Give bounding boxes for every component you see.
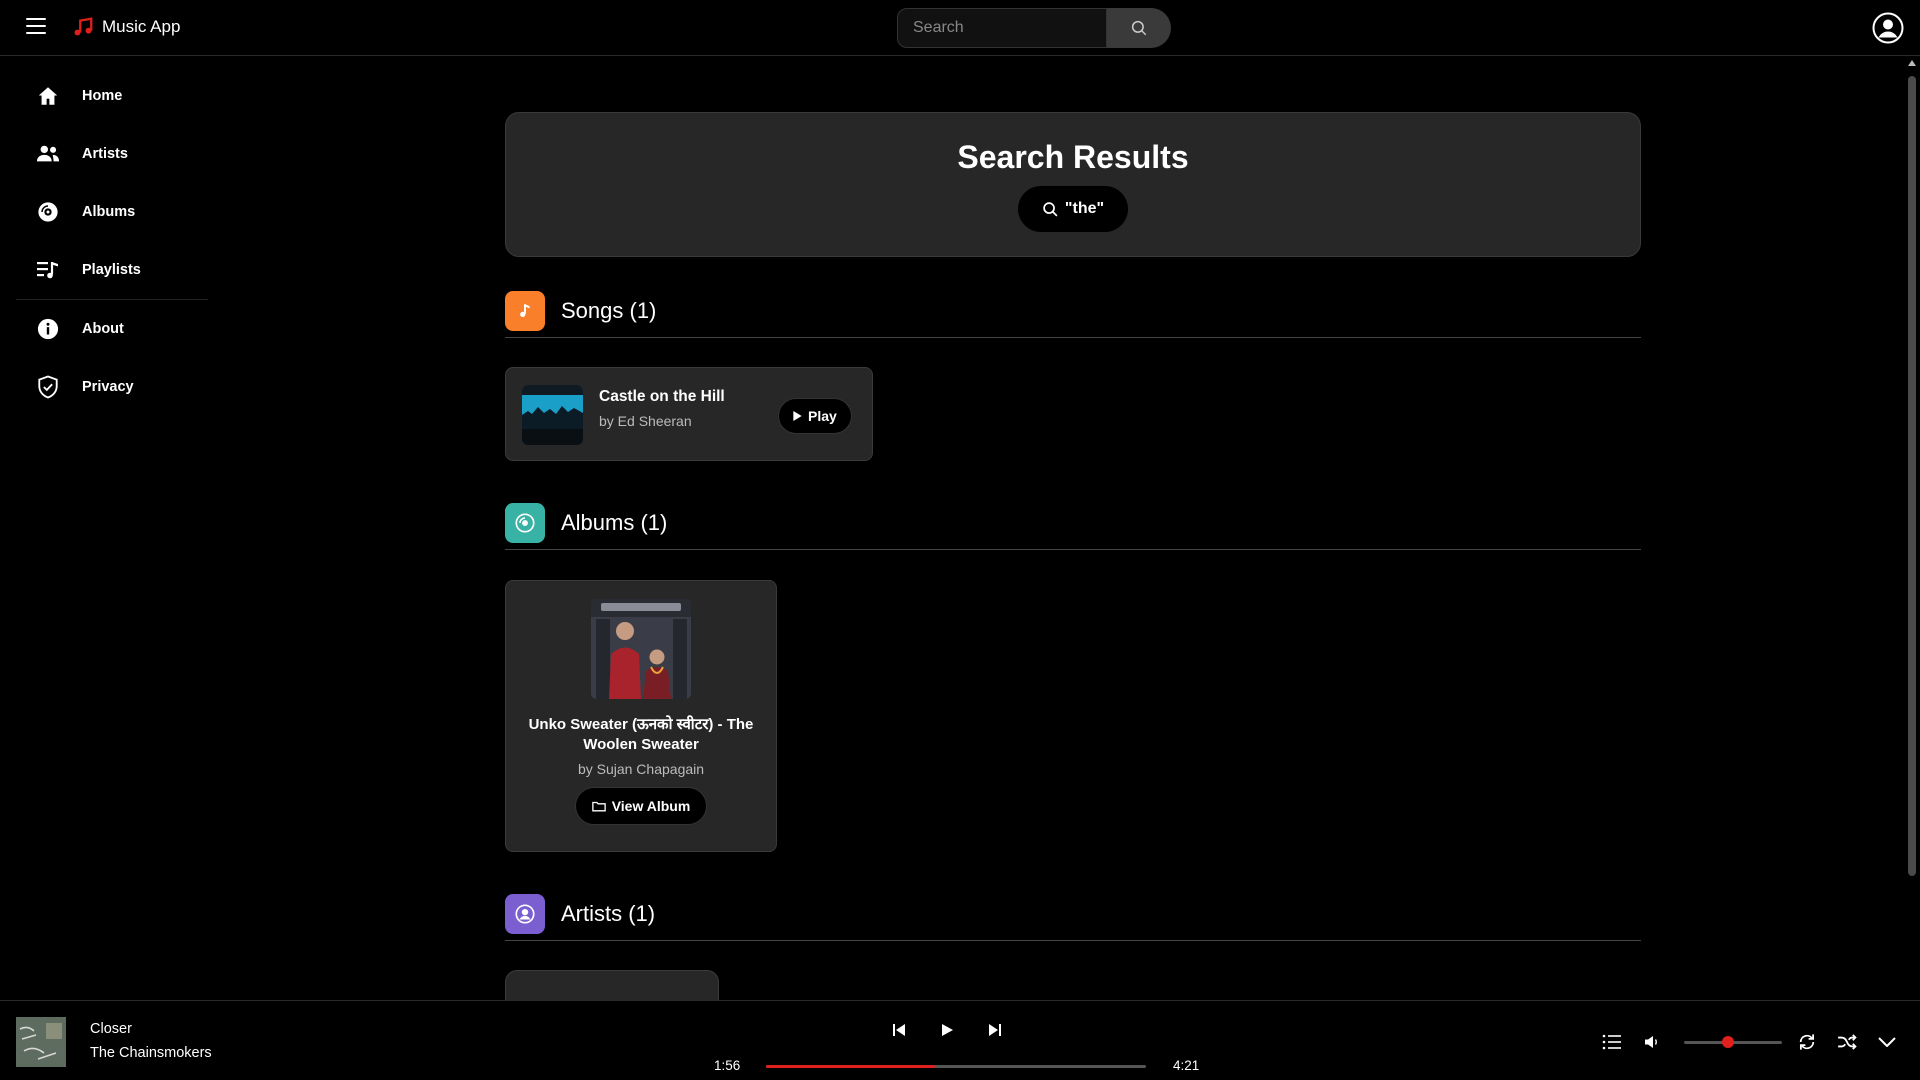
- elapsed-time: 1:56: [714, 1058, 741, 1073]
- skip-back-icon: [893, 1024, 905, 1036]
- album-card[interactable]: Unko Sweater (ऊनको स्वीटर) - The Woolen …: [505, 580, 777, 852]
- sidebar: Home Artists Albums Playlists About Priv…: [0, 56, 224, 1000]
- search-results-header: Search Results "the": [505, 112, 1641, 257]
- total-duration: 4:21: [1173, 1058, 1200, 1073]
- artist-card[interactable]: [505, 970, 719, 1000]
- folder-icon: [591, 801, 606, 812]
- player-bar: Closer The Chainsmokers 1:56 4:21: [0, 1000, 1920, 1080]
- sidebar-item-label: Playlists: [82, 262, 141, 278]
- sidebar-item-about[interactable]: About: [0, 300, 224, 358]
- shield-icon: [36, 375, 60, 399]
- section-title: Songs (1): [561, 297, 657, 323]
- sidebar-item-playlists[interactable]: Playlists: [0, 241, 224, 299]
- users-icon: [36, 142, 60, 166]
- top-bar: Music App: [0, 0, 1920, 56]
- sidebar-item-label: About: [82, 321, 124, 337]
- song-artist: by Ed Sheeran: [599, 413, 692, 429]
- music-note-icon: [505, 290, 545, 331]
- progress-bar[interactable]: [766, 1065, 1146, 1068]
- album-cover-image: [591, 599, 691, 699]
- album-artist: by Sujan Chapagain: [577, 761, 705, 777]
- playlist-icon: [36, 258, 60, 282]
- app-name: Music App: [102, 17, 181, 36]
- query-badge: "the": [1017, 186, 1129, 232]
- volume-slider[interactable]: [1684, 1036, 1782, 1048]
- volume-button[interactable]: [1641, 1031, 1663, 1053]
- scroll-up-arrow[interactable]: [1908, 60, 1916, 66]
- chevron-down-icon: [1878, 1037, 1896, 1047]
- songs-section-header: Songs (1): [505, 284, 1641, 338]
- search-button[interactable]: [1107, 8, 1171, 48]
- sidebar-item-artists[interactable]: Artists: [0, 125, 224, 183]
- music-note-icon: [74, 17, 93, 36]
- progress-fill: [766, 1065, 935, 1068]
- previous-track-button[interactable]: [888, 1019, 910, 1041]
- main-content: Search Results "the" Songs (1) Castle on…: [224, 56, 1904, 1000]
- sidebar-item-home[interactable]: Home: [0, 67, 224, 125]
- home-icon: [36, 84, 60, 108]
- list-icon: [1602, 1034, 1621, 1050]
- sidebar-item-privacy[interactable]: Privacy: [0, 358, 224, 416]
- next-track-button[interactable]: [984, 1019, 1006, 1041]
- repeat-icon: [1799, 1034, 1815, 1050]
- page-title: Search Results: [957, 139, 1189, 175]
- play-icon: [793, 411, 802, 421]
- song-card[interactable]: Castle on the Hill by Ed Sheeran Play: [505, 367, 873, 461]
- queue-button[interactable]: [1601, 1031, 1623, 1053]
- repeat-button[interactable]: [1796, 1031, 1818, 1053]
- query-text: "the": [1064, 200, 1105, 217]
- search-icon: [1131, 20, 1147, 36]
- now-playing-title: Closer: [90, 1021, 132, 1037]
- page-scrollbar[interactable]: [1904, 56, 1920, 1000]
- volume-icon: [1645, 1036, 1657, 1048]
- search-input[interactable]: [897, 8, 1107, 48]
- now-playing-artist: The Chainsmokers: [90, 1045, 212, 1061]
- disc-icon: [36, 200, 60, 224]
- shuffle-icon: [1838, 1034, 1857, 1050]
- sidebar-item-label: Albums: [82, 204, 136, 220]
- app-logo[interactable]: Music App: [72, 16, 180, 38]
- search-bar: [897, 8, 1171, 48]
- song-title: Castle on the Hill: [599, 388, 725, 405]
- collapse-player-button[interactable]: [1876, 1031, 1898, 1053]
- volume-knob[interactable]: [1722, 1036, 1735, 1048]
- sidebar-item-label: Artists: [82, 146, 128, 162]
- menu-icon[interactable]: [26, 18, 46, 36]
- albums-section-header: Albums (1): [505, 496, 1641, 550]
- section-title: Albums (1): [561, 509, 668, 535]
- play-pause-button[interactable]: [936, 1019, 958, 1041]
- play-button-label: Play: [808, 408, 837, 424]
- disc-icon: [505, 502, 545, 543]
- search-icon: [1043, 201, 1058, 216]
- shuffle-button[interactable]: [1836, 1031, 1858, 1053]
- view-album-button[interactable]: View Album: [574, 787, 708, 825]
- now-playing-cover: [16, 1017, 66, 1067]
- sidebar-item-label: Home: [82, 88, 123, 104]
- artists-section-header: Artists (1): [505, 887, 1641, 941]
- sidebar-item-albums[interactable]: Albums: [0, 183, 224, 241]
- play-icon: [942, 1024, 953, 1036]
- section-title: Artists (1): [561, 900, 656, 926]
- user-account-icon[interactable]: [1872, 12, 1904, 49]
- skip-forward-icon: [989, 1024, 1001, 1036]
- info-icon: [36, 317, 60, 341]
- view-album-label: View Album: [611, 798, 691, 814]
- song-cover-image: [522, 385, 583, 445]
- scroll-thumb[interactable]: [1908, 76, 1916, 876]
- album-title: Unko Sweater (ऊनको स्वीटर) - The Woolen …: [528, 716, 754, 753]
- play-button[interactable]: Play: [778, 398, 852, 434]
- sidebar-item-label: Privacy: [82, 379, 134, 395]
- user-circle-icon: [505, 893, 545, 934]
